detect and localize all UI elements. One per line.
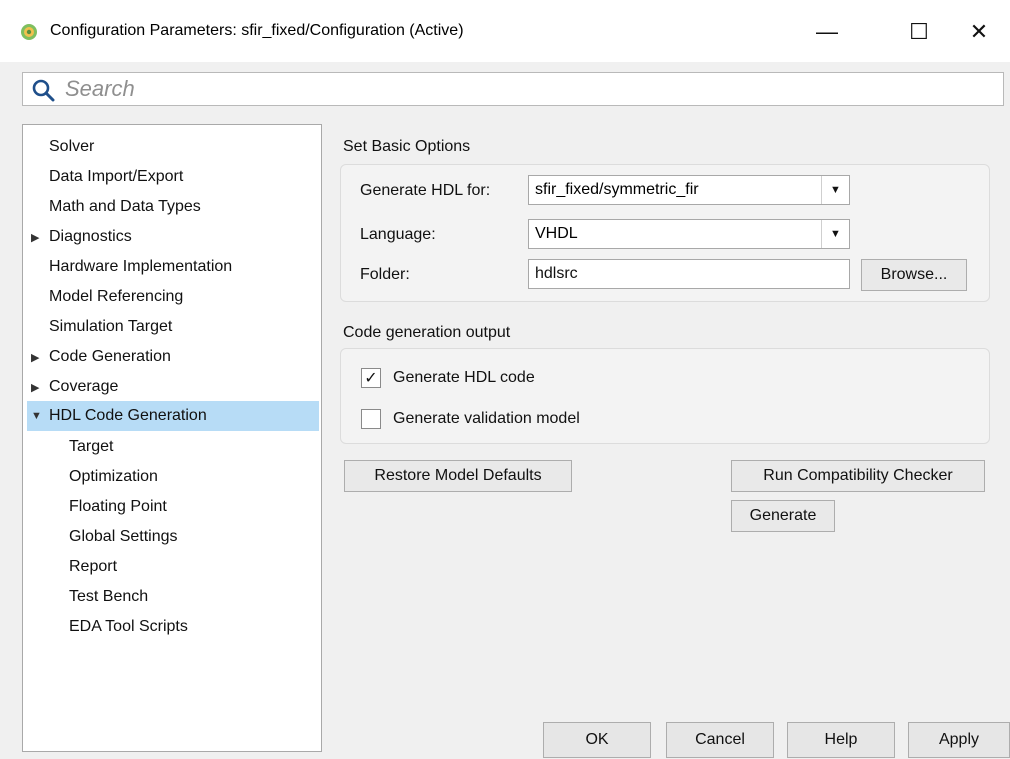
- tree-item-label: Global Settings: [69, 528, 178, 545]
- tree-item-hardware-implementation[interactable]: Hardware Implementation: [49, 253, 339, 281]
- tree-item-optimization[interactable]: Optimization: [69, 463, 359, 491]
- collapse-arrow-icon[interactable]: ▼: [31, 410, 45, 422]
- search-bar[interactable]: [22, 72, 1004, 106]
- basic-options-panel: Generate HDL for: sfir_fixed/symmetric_f…: [340, 164, 990, 302]
- language-select[interactable]: VHDL ▼: [528, 219, 850, 249]
- restore-model-defaults-button[interactable]: Restore Model Defaults: [344, 460, 572, 492]
- tree-item-label: EDA Tool Scripts: [69, 618, 188, 635]
- tree-item-diagnostics[interactable]: ▶ Diagnostics: [31, 223, 321, 251]
- expand-arrow-icon[interactable]: ▶: [31, 351, 45, 364]
- tree-item-label: Report: [69, 558, 118, 575]
- tree-item-report[interactable]: Report: [69, 553, 359, 581]
- basic-options-heading: Set Basic Options: [343, 138, 471, 155]
- tree-item-label: Diagnostics: [49, 228, 132, 245]
- browse-button[interactable]: Browse...: [861, 259, 967, 291]
- tree-item-label: Code Generation: [49, 348, 171, 365]
- minimize-button[interactable]: —: [804, 12, 850, 52]
- generate-button[interactable]: Generate: [731, 500, 835, 532]
- run-compatibility-checker-button[interactable]: Run Compatibility Checker: [731, 460, 985, 492]
- tree-item-eda-tool-scripts[interactable]: EDA Tool Scripts: [69, 613, 359, 641]
- tree-item-label: Target: [69, 438, 114, 455]
- cancel-button[interactable]: Cancel: [666, 722, 774, 758]
- generate-validation-model-checkbox[interactable]: [361, 409, 381, 429]
- code-output-heading: Code generation output: [343, 324, 511, 341]
- expand-arrow-icon[interactable]: ▶: [31, 381, 45, 394]
- generate-for-label: Generate HDL for:: [360, 182, 491, 199]
- tree-item-label: Coverage: [49, 378, 119, 395]
- language-label: Language:: [360, 226, 436, 243]
- folder-input[interactable]: [528, 259, 850, 289]
- generate-for-value: sfir_fixed/symmetric_fir: [535, 181, 699, 198]
- chevron-down-icon[interactable]: ▼: [821, 176, 849, 204]
- title-bar: Configuration Parameters: sfir_fixed/Con…: [0, 0, 1010, 62]
- tree-item-label: Hardware Implementation: [49, 258, 233, 275]
- expand-arrow-icon[interactable]: ▶: [31, 231, 45, 244]
- tree-item-global-settings[interactable]: Global Settings: [69, 523, 359, 551]
- tree-item-simulation-target[interactable]: Simulation Target: [49, 313, 339, 341]
- apply-button[interactable]: Apply: [908, 722, 1010, 758]
- matlab-gear-icon: [21, 24, 37, 40]
- tree-item-label: Test Bench: [69, 588, 149, 605]
- tree-item-data-import-export[interactable]: Data Import/Export: [49, 163, 339, 191]
- tree-item-label: Solver: [49, 138, 95, 155]
- tree-item-model-referencing[interactable]: Model Referencing: [49, 283, 339, 311]
- generate-for-select[interactable]: sfir_fixed/symmetric_fir ▼: [528, 175, 850, 205]
- search-icon: [32, 79, 55, 102]
- category-tree: Solver Data Import/Export Math and Data …: [22, 124, 322, 752]
- tree-item-floating-point[interactable]: Floating Point: [69, 493, 359, 521]
- maximize-button[interactable]: ☐: [896, 12, 942, 52]
- tree-item-hdl-code-generation[interactable]: ▼ HDL Code Generation: [27, 401, 319, 431]
- tree-item-test-bench[interactable]: Test Bench: [69, 583, 359, 611]
- tree-item-label: Floating Point: [69, 498, 167, 515]
- close-button[interactable]: ✕: [956, 12, 1002, 52]
- tree-item-target[interactable]: Target: [69, 433, 359, 461]
- tree-item-label: Optimization: [69, 468, 158, 485]
- generate-hdl-code-label[interactable]: Generate HDL code: [393, 369, 535, 387]
- tree-item-label: Model Referencing: [49, 288, 184, 305]
- tree-item-label: Data Import/Export: [49, 168, 184, 185]
- code-output-panel: ✓ Generate HDL code Generate validation …: [340, 348, 990, 444]
- window-title: Configuration Parameters: sfir_fixed/Con…: [50, 22, 464, 39]
- tree-item-solver[interactable]: Solver: [49, 133, 339, 161]
- tree-item-label: Simulation Target: [49, 318, 173, 335]
- search-input[interactable]: [63, 75, 993, 103]
- tree-item-code-generation[interactable]: ▶ Code Generation: [31, 343, 321, 371]
- folder-label: Folder:: [360, 266, 410, 283]
- generate-validation-model-label[interactable]: Generate validation model: [393, 410, 580, 428]
- tree-item-coverage[interactable]: ▶ Coverage: [31, 373, 321, 401]
- tree-item-label: HDL Code Generation: [49, 407, 207, 424]
- tree-item-math-data-types[interactable]: Math and Data Types: [49, 193, 339, 221]
- language-value: VHDL: [535, 225, 578, 242]
- generate-hdl-code-checkbox[interactable]: ✓: [361, 368, 381, 388]
- help-button[interactable]: Help: [787, 722, 895, 758]
- tree-item-label: Math and Data Types: [49, 198, 201, 215]
- dialog-body: Solver Data Import/Export Math and Data …: [0, 62, 1010, 759]
- chevron-down-icon[interactable]: ▼: [821, 220, 849, 248]
- ok-button[interactable]: OK: [543, 722, 651, 758]
